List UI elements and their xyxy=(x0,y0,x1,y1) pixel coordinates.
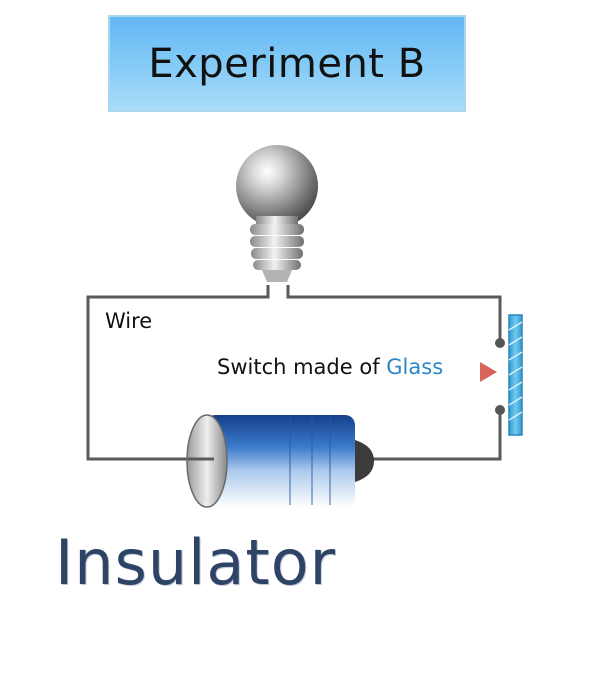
switch-contact-bottom xyxy=(495,405,505,415)
battery-icon xyxy=(186,414,374,508)
switch-label-prefix: Switch made of xyxy=(217,355,387,379)
glass-switch-icon xyxy=(508,314,523,436)
switch-contact-top xyxy=(495,338,505,348)
light-bulb-icon xyxy=(236,145,318,282)
switch-material-label: Glass xyxy=(386,355,444,379)
result-label: Insulator xyxy=(55,526,337,599)
arrow-right-icon xyxy=(480,362,497,382)
wire-label: Wire xyxy=(105,309,153,333)
switch-label: Switch made of Glass xyxy=(217,355,443,379)
